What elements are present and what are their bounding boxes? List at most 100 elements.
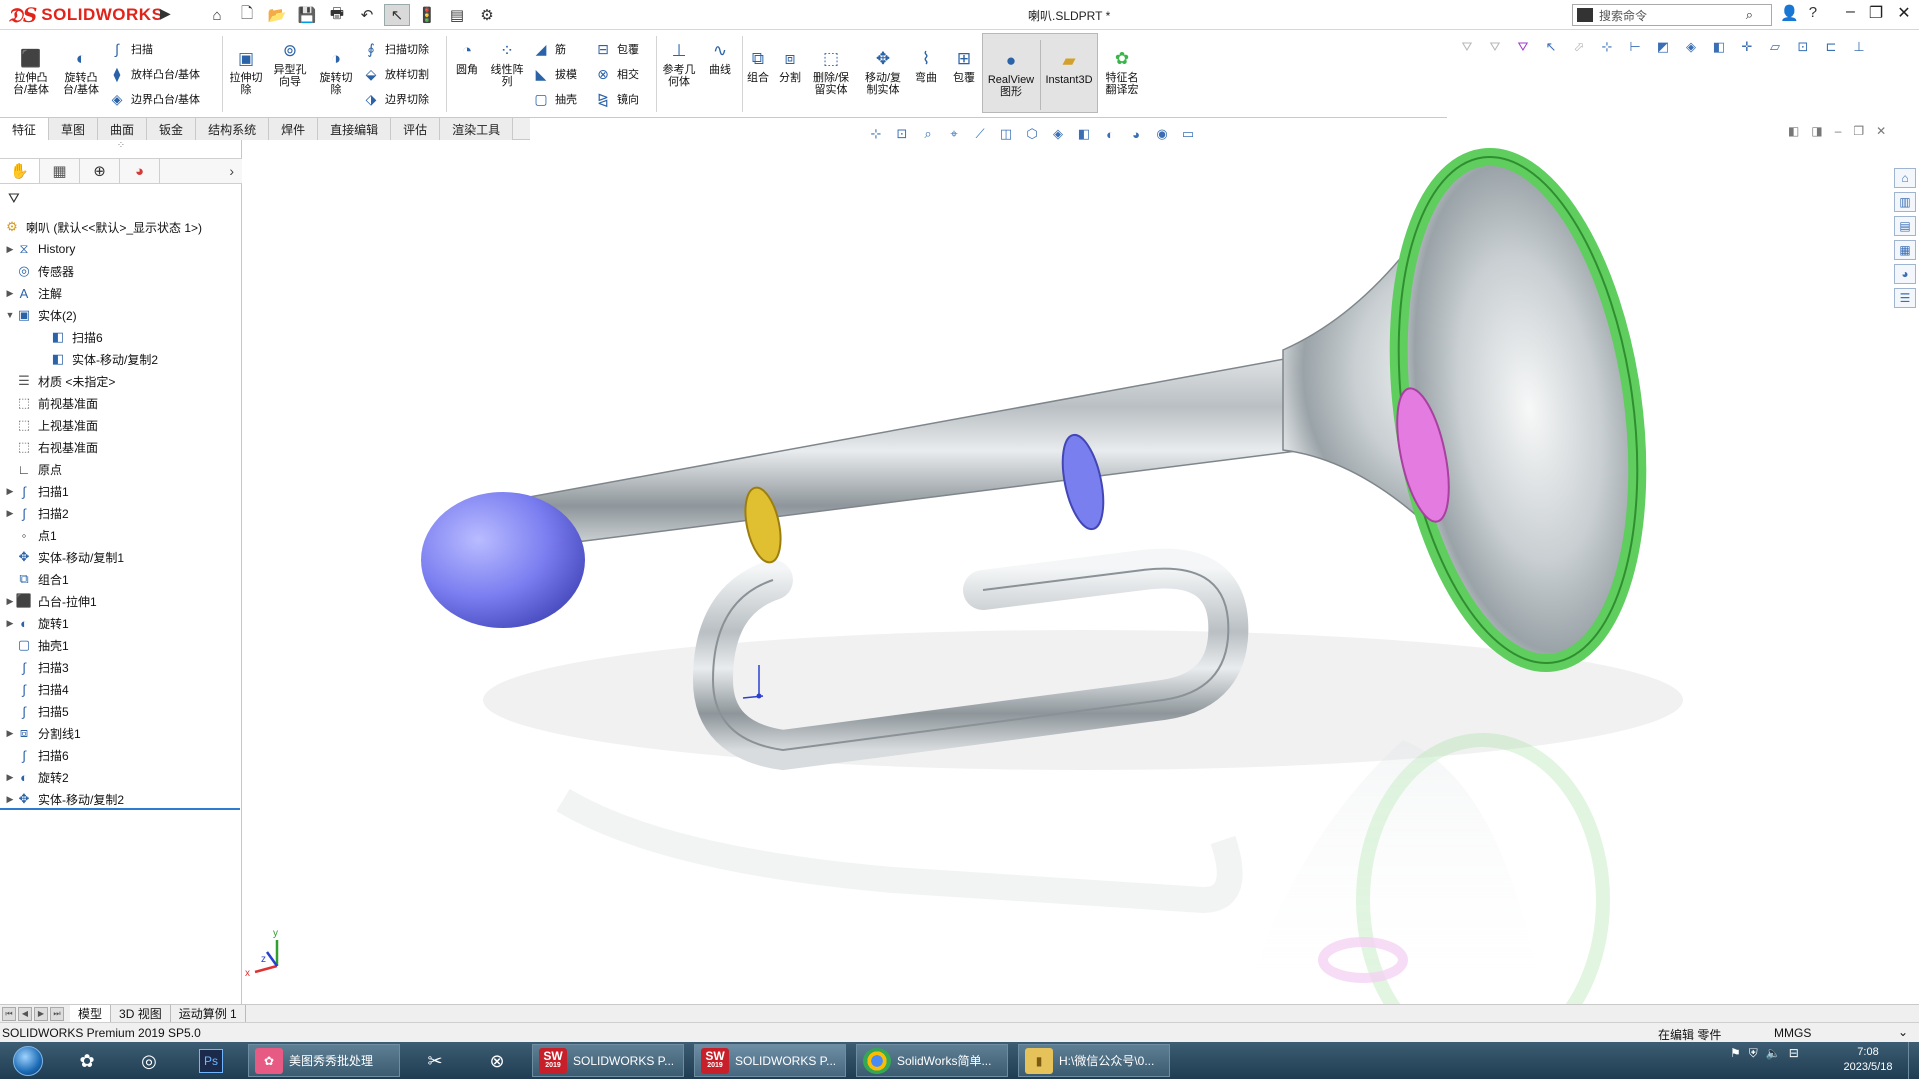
combine-button[interactable]: ⧉ 组合 [744,48,772,84]
filter-solids-icon[interactable]: ◧ [1707,36,1731,58]
filter-planes-icon[interactable]: ▱ [1763,36,1787,58]
viewport-close-icon[interactable]: ✕ [1876,124,1886,138]
taskbar-clock[interactable]: 7:08 2023/5/18 [1836,1045,1900,1075]
pinned-tool-icon[interactable]: ✂ [414,1045,456,1077]
split-button[interactable]: ⧈ 分割 [776,48,804,84]
hide-show-icon[interactable]: ◈ [1048,125,1068,143]
status-units[interactable]: MMGS [1774,1026,1811,1040]
file-properties-icon[interactable]: ▤ [444,4,470,26]
rollback-bar[interactable] [0,808,240,810]
delete-keep-body-button[interactable]: ⬚ 删除/保留实体 [808,48,854,96]
tree-item-split-line1[interactable]: ▶ ⧈ 分割线1 [0,722,242,744]
horn-model-render[interactable]: y x z [243,140,1891,1004]
custom-properties-icon[interactable]: ☰ [1894,288,1916,308]
view-palette-icon[interactable]: ▦ [1894,240,1916,260]
reference-geometry-button[interactable]: ⊥ 参考几何体 [660,40,698,88]
search-commands-input[interactable]: 搜索命令 ⌕ [1572,4,1772,26]
taskbar-meitu-batch[interactable]: ✿ 美图秀秀批处理 [248,1044,400,1077]
instant3d-button[interactable]: ▰ Instant3D [1042,50,1096,86]
tree-item-body-sweep6[interactable]: ◧ 扫描6 [0,326,242,348]
filter-clear-icon[interactable]: ⛛ [1483,36,1507,58]
feature-tree-tab-icon[interactable]: ✋ [0,159,40,183]
filter-axes-icon[interactable]: ✛ [1735,36,1759,58]
mirror-button[interactable]: ⧎ 镜向 [594,88,639,110]
help-icon[interactable]: ? [1809,4,1817,22]
tree-item-sweep4[interactable]: ∫ 扫描4 [0,678,242,700]
filter-active-icon[interactable]: ⛛ [1511,36,1535,58]
display-style-icon[interactable]: ⬡ [1022,125,1042,143]
collapse-arrow-icon[interactable]: ▼ [4,310,16,320]
realview-button[interactable]: ● RealView图形 [984,50,1038,98]
tab-surfaces[interactable]: 曲面 [98,118,148,140]
revolve-cut-button[interactable]: ◑ 旋转切除 [316,48,356,96]
last-tab-icon[interactable]: ⏭ [50,1006,64,1021]
curves-button[interactable]: ∿ 曲线 [702,40,738,76]
tray-antivirus-icon[interactable]: ⛨ [1749,1046,1758,1061]
panel-grip[interactable]: ⁘ [0,140,242,158]
solidworks-resources-icon[interactable]: ⌂ [1894,168,1916,188]
expand-arrow-icon[interactable]: ▶ [4,508,16,519]
rebuild-icon[interactable]: 🚦 [414,4,440,26]
wrap-button[interactable]: ⊟ 包覆 [594,38,639,60]
tree-item-history[interactable]: ▶ ⧖ History [0,238,242,260]
realview-toggle-icon[interactable]: ◉ [1152,125,1172,143]
taskbar-explorer[interactable]: ▮ H:\微信公众号\0... [1018,1044,1170,1077]
status-help-icon[interactable]: ⌄ [1898,1025,1908,1039]
loft-cut-button[interactable]: ⬙ 放样切割 [362,63,429,85]
viewport-collapse-icon[interactable]: ◧ [1788,124,1799,138]
tree-item-sweep5[interactable]: ∫ 扫描5 [0,700,242,722]
expand-arrow-icon[interactable]: ▶ [4,486,16,497]
expand-arrow-icon[interactable]: ▶ [4,288,16,299]
rib-button[interactable]: ◢ 筋 [532,38,566,60]
appearances-icon[interactable]: ◕ [1894,264,1916,284]
tree-item-front-plane[interactable]: ⬚ 前视基准面 [0,392,242,414]
open-icon[interactable]: 📂 [264,4,290,26]
sweep-button[interactable]: ∫ 扫描 [108,38,153,60]
hole-wizard-button[interactable]: ⊚ 异型孔向导 [270,40,310,88]
tree-item-solid-bodies[interactable]: ▼ ▣ 实体(2) [0,304,242,326]
tab-weldments[interactable]: 焊件 [269,118,319,140]
minimize-icon[interactable]: – [1846,3,1855,23]
tree-item-sweep1[interactable]: ▶ ∫ 扫描1 [0,480,242,502]
tree-item-boss-extrude1[interactable]: ▶ ⬛ 凸台-拉伸1 [0,590,242,612]
tree-item-shell1[interactable]: ▢ 抽壳1 [0,634,242,656]
viewport-restore-icon[interactable]: ❐ [1853,124,1864,138]
tab-3d-views[interactable]: 3D 视图 [111,1004,171,1023]
zoom-to-area-icon[interactable]: ⊡ [892,125,912,143]
taskbar-solidworks-1[interactable]: SW 2019 SOLIDWORKS P... [532,1044,684,1077]
tab-direct-editing[interactable]: 直接编辑 [318,118,392,140]
fillet-button[interactable]: ◔ 圆角 [450,40,484,76]
boundary-boss-button[interactable]: ◈ 边界凸台/基体 [108,88,200,110]
close-icon[interactable]: ✕ [1897,3,1910,23]
tab-sheet-metal[interactable]: 钣金 [147,118,197,140]
tree-item-sweep3[interactable]: ∫ 扫描3 [0,656,242,678]
expand-arrow-icon[interactable]: ▶ [4,244,16,255]
tree-item-top-plane[interactable]: ⬚ 上视基准面 [0,414,242,436]
selection-toggle-icon[interactable]: ⬀ [1567,36,1591,58]
configuration-manager-tab-icon[interactable]: ⊕ [80,159,120,183]
filter-sketch-segments-icon[interactable]: ⊏ [1819,36,1843,58]
intersect-button[interactable]: ⊗ 相交 [594,63,639,85]
flex-button[interactable]: ⌇ 弯曲 [912,48,940,84]
feature-translate-macro-button[interactable]: ✿ 特征名翻译宏 [1102,48,1142,96]
viewport-expand-icon[interactable]: ◨ [1811,124,1822,138]
tree-item-body-move-copy2[interactable]: ◧ 实体-移动/复制2 [0,348,242,370]
options-gear-icon[interactable]: ⚙ [474,4,500,26]
tree-item-revolve2[interactable]: ▶ ◐ 旋转2 [0,766,242,788]
file-explorer-icon[interactable]: ▤ [1894,216,1916,236]
loft-boss-button[interactable]: ⧫ 放样凸台/基体 [108,63,201,85]
taskbar-chrome[interactable]: SolidWorks简单... [856,1044,1008,1077]
previous-view-icon[interactable]: ⌕ [918,125,938,143]
tree-item-point1[interactable]: ◦ 点1 [0,524,242,546]
tree-filter-icon[interactable]: ⛛ [8,190,20,207]
tree-item-annotations[interactable]: ▶ A 注解 [0,282,242,304]
expand-arrow-icon[interactable]: ▶ [4,728,16,739]
show-desktop-button[interactable] [1908,1042,1919,1079]
revolve-boss-button[interactable]: ◐ 旋转凸台/基体 [58,48,104,96]
zoom-to-fit-icon[interactable]: ⊹ [866,125,886,143]
filter-vertices-icon[interactable]: ⊹ [1595,36,1619,58]
viewport-minimize-icon[interactable]: – [1835,124,1842,138]
taskbar-solidworks-2[interactable]: SW 2019 SOLIDWORKS P... [694,1044,846,1077]
save-icon[interactable]: 💾 [294,4,320,26]
expand-arrow-icon[interactable]: ▶ [4,596,16,607]
